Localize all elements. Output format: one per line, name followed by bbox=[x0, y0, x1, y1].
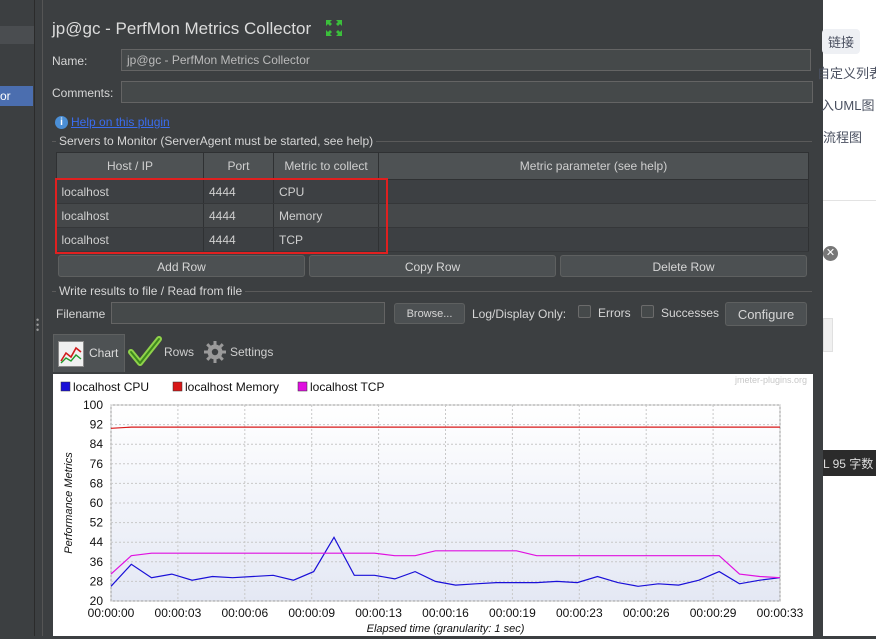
info-icon: i bbox=[55, 116, 68, 129]
col-host[interactable]: Host / IP bbox=[56, 152, 204, 180]
legend-label: localhost CPU bbox=[73, 380, 149, 394]
panel-splitter[interactable]: • • • bbox=[34, 0, 42, 636]
y-tick-label: 36 bbox=[90, 555, 104, 569]
chart-icon bbox=[58, 341, 84, 367]
x-tick-label: 00:00:19 bbox=[489, 606, 536, 620]
checkmark-icon bbox=[128, 336, 162, 368]
y-tick-label: 92 bbox=[90, 418, 104, 432]
file-section-title: Write results to file / Read from file bbox=[56, 284, 246, 298]
watermark: jmeter-plugins.org bbox=[734, 375, 807, 385]
x-tick-label: 00:00:03 bbox=[155, 606, 202, 620]
x-tick-label: 00:00:09 bbox=[288, 606, 335, 620]
comments-label: Comments: bbox=[52, 86, 114, 100]
add-row-button[interactable]: Add Row bbox=[58, 255, 305, 277]
perfmon-chart: jmeter-plugins.org localhost CPU localhos… bbox=[60, 375, 807, 635]
highlight-annotation bbox=[55, 178, 388, 254]
cell-param[interactable] bbox=[378, 203, 809, 228]
col-port[interactable]: Port bbox=[203, 152, 274, 180]
y-tick-label: 84 bbox=[90, 437, 104, 451]
x-tick-label: 00:00:16 bbox=[422, 606, 469, 620]
tree-selected-item[interactable]: or bbox=[0, 86, 33, 106]
chip-flowchart[interactable]: 流程图 bbox=[823, 127, 862, 146]
y-tick-label: 44 bbox=[90, 535, 104, 549]
y-tick-label: 28 bbox=[90, 574, 104, 588]
successes-checkbox[interactable] bbox=[641, 305, 654, 318]
y-tick-label: 60 bbox=[90, 496, 104, 510]
cell-param[interactable] bbox=[378, 227, 809, 252]
chip-custom-list[interactable]: 自定义列表 bbox=[817, 63, 876, 82]
comments-field[interactable] bbox=[121, 81, 813, 103]
x-tick-label: 00:00:33 bbox=[757, 606, 804, 620]
successes-label: Successes bbox=[661, 306, 720, 320]
gear-icon bbox=[203, 340, 227, 364]
tab-rows[interactable]: Rows bbox=[164, 345, 194, 359]
y-tick-label: 76 bbox=[90, 457, 104, 471]
configure-button[interactable]: Configure bbox=[725, 302, 807, 326]
browse-button[interactable]: Browse... bbox=[394, 303, 465, 324]
x-tick-label: 00:00:23 bbox=[556, 606, 603, 620]
y-axis-label: Performance Metrics bbox=[63, 452, 75, 554]
legend-label: localhost TCP bbox=[310, 380, 384, 394]
right-divider bbox=[823, 200, 876, 201]
log-display-label: Log/Display Only: bbox=[472, 307, 567, 321]
x-tick-label: 00:00:29 bbox=[690, 606, 737, 620]
col-param[interactable]: Metric parameter (see help) bbox=[378, 152, 809, 180]
help-link[interactable]: Help on this plugin bbox=[71, 115, 170, 129]
close-circle-icon[interactable]: ✕ bbox=[823, 246, 838, 261]
copy-row-button[interactable]: Copy Row bbox=[309, 255, 556, 277]
y-tick-label: 68 bbox=[90, 476, 104, 490]
status-text: L 95 字数 bbox=[823, 450, 876, 476]
servers-section-title: Servers to Monitor (ServerAgent must be … bbox=[56, 134, 377, 148]
page-title: jp@gc - PerfMon Metrics Collector bbox=[52, 19, 312, 38]
tab-settings[interactable]: Settings bbox=[230, 345, 273, 359]
x-tick-label: 00:00:00 bbox=[88, 606, 135, 620]
x-tick-label: 00:00:13 bbox=[355, 606, 402, 620]
y-tick-label: 100 bbox=[83, 398, 103, 412]
errors-checkbox[interactable] bbox=[578, 305, 591, 318]
chip-uml[interactable]: 入UML图 bbox=[821, 95, 874, 114]
legend-swatch bbox=[297, 381, 308, 392]
filename-label: Filename bbox=[56, 307, 106, 321]
chip-link[interactable]: 链接 bbox=[822, 29, 861, 54]
name-field[interactable]: jp@gc - PerfMon Metrics Collector bbox=[121, 49, 811, 71]
legend-swatch bbox=[172, 381, 183, 392]
legend-label: localhost Memory bbox=[185, 380, 279, 394]
y-tick-label: 52 bbox=[90, 516, 104, 530]
errors-label: Errors bbox=[598, 306, 631, 320]
tab-chart-label: Chart bbox=[89, 346, 119, 360]
delete-row-button[interactable]: Delete Row bbox=[560, 255, 807, 277]
name-label: Name: bbox=[52, 54, 88, 68]
x-axis-label: Elapsed time (granularity: 1 sec) bbox=[367, 623, 525, 635]
right-card-edge bbox=[823, 318, 833, 352]
x-axis-ticks: 00:00:00 00:00:03 00:00:06 00:00:09 00:00:13… bbox=[88, 606, 804, 620]
tab-chart[interactable]: Chart bbox=[53, 334, 125, 372]
chart-legend: localhost CPU localhost Memory localhost T… bbox=[60, 380, 384, 394]
x-tick-label: 00:00:06 bbox=[221, 606, 268, 620]
chart-panel: jmeter-plugins.org localhost CPU localhos… bbox=[53, 374, 813, 636]
col-metric[interactable]: Metric to collect bbox=[273, 152, 379, 180]
x-tick-label: 00:00:26 bbox=[623, 606, 670, 620]
filename-field[interactable] bbox=[111, 302, 385, 324]
y-axis-ticks: 20283644526068768492100 bbox=[83, 398, 103, 608]
cell-param[interactable] bbox=[378, 179, 809, 204]
expand-arrows-icon[interactable] bbox=[324, 18, 344, 38]
legend-swatch bbox=[60, 381, 71, 392]
